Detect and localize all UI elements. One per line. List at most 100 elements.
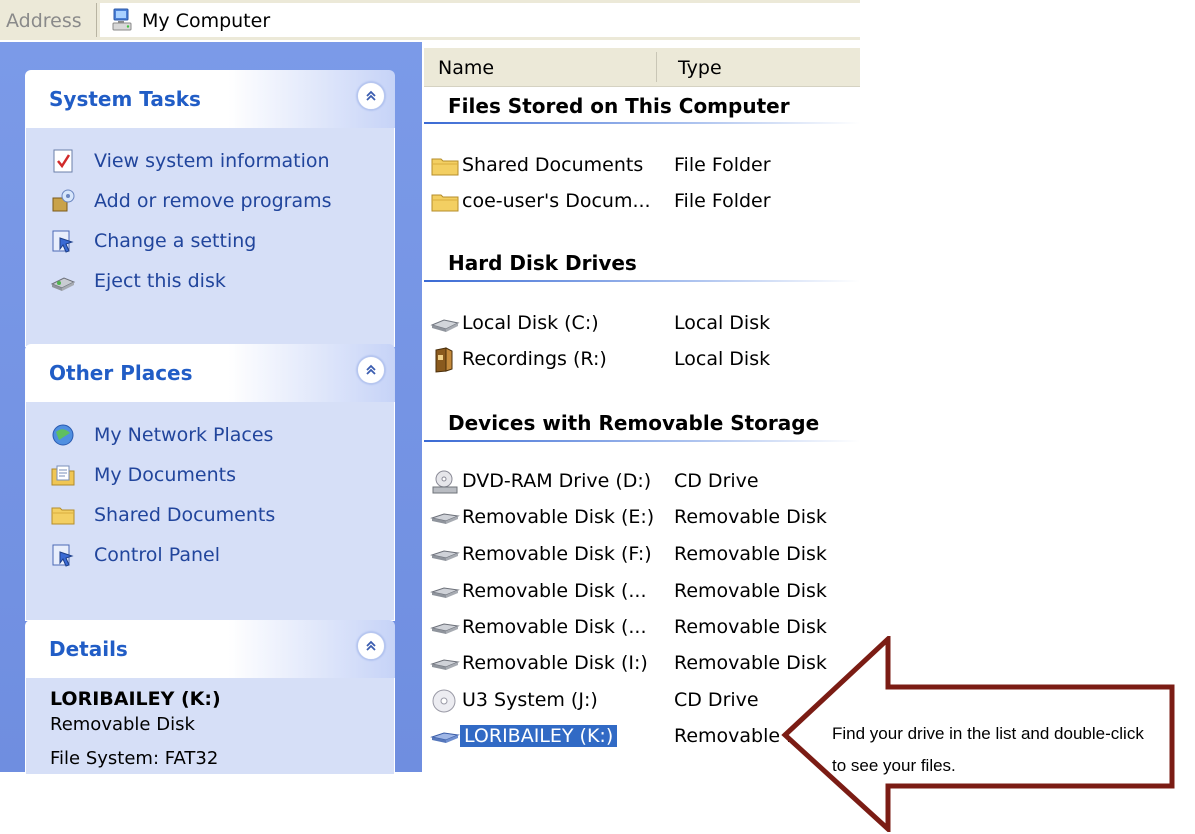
dvd-drive-icon [432, 470, 458, 494]
details-drive-name: LORIBAILEY (K:) [50, 688, 221, 710]
details-file-system: File System: FAT32 [50, 748, 219, 769]
other-places-panel: Other Places My Network Places My Docume… [25, 344, 395, 621]
group-divider [424, 122, 860, 124]
system-tasks-header[interactable]: System Tasks [25, 70, 395, 128]
task-eject-this-disk[interactable]: Eject this disk [50, 264, 226, 298]
removable-disk-icon [430, 550, 460, 561]
system-tasks-title: System Tasks [49, 87, 201, 111]
task-view-system-information[interactable]: View system information [50, 144, 330, 178]
hard-disk-icon [430, 319, 460, 332]
item-type: Removable Disk [674, 616, 827, 638]
other-places-header[interactable]: Other Places [25, 344, 395, 402]
control-panel-icon [52, 544, 74, 567]
item-name: Removable Disk (E:) [462, 506, 655, 528]
removable-disk-icon [430, 587, 460, 598]
list-item-removable-disk-e[interactable]: Removable Disk (E:) Removable Disk [430, 502, 850, 534]
list-item-removable-disk-f[interactable]: Removable Disk (F:) Removable Disk [430, 539, 850, 571]
item-name: Recordings (R:) [462, 348, 607, 370]
list-item-user-documents[interactable]: coe-user's Docum... File Folder [430, 186, 850, 218]
item-name: Removable Disk (F:) [462, 543, 652, 565]
folder-icon [431, 194, 459, 212]
place-shared-documents[interactable]: Shared Documents [50, 498, 275, 532]
item-name: Removable Disk (... [462, 580, 647, 602]
place-my-documents[interactable]: My Documents [50, 458, 236, 492]
task-pane: System Tasks View system information Add… [0, 42, 422, 775]
address-value: My Computer [142, 10, 271, 32]
address-label: Address [6, 10, 82, 32]
add-remove-programs-icon [52, 189, 75, 212]
item-type: Removable Disk [674, 543, 827, 565]
other-places-title: Other Places [49, 361, 193, 385]
item-name: U3 System (J:) [462, 689, 598, 711]
list-item-shared-documents[interactable]: Shared Documents File Folder [430, 150, 850, 182]
item-name: coe-user's Docum... [462, 190, 651, 212]
task-label: Change a setting [94, 230, 257, 252]
item-name: Shared Documents [462, 154, 644, 176]
system-tasks-panel: System Tasks View system information Add… [25, 70, 395, 347]
folder-icon [431, 158, 459, 176]
network-places-icon [52, 424, 74, 446]
details-title: Details [49, 637, 128, 661]
collapse-chevron-icon[interactable] [357, 356, 385, 384]
place-control-panel[interactable]: Control Panel [50, 538, 220, 572]
collapse-chevron-icon[interactable] [357, 632, 385, 660]
task-label: View system information [94, 150, 330, 172]
group-title-removable-storage: Devices with Removable Storage [448, 411, 820, 435]
place-label: My Documents [94, 464, 237, 486]
address-bar: Address My Computer [0, 0, 860, 40]
task-label: Add or remove programs [94, 190, 332, 212]
system-tasks-body: View system information Add or remove pr… [25, 128, 395, 347]
eject-disk-icon [50, 277, 76, 291]
list-item-local-disk-c[interactable]: Local Disk (C:) Local Disk [430, 308, 850, 340]
removable-disk-icon [430, 732, 460, 743]
address-field[interactable]: My Computer [100, 3, 860, 37]
column-header-name[interactable]: Name [438, 57, 494, 79]
details-drive-type: Removable Disk [50, 714, 195, 735]
details-panel: Details LORIBAILEY (K:) Removable Disk F… [25, 620, 395, 775]
column-divider[interactable] [656, 52, 657, 82]
cd-icon [432, 689, 456, 713]
address-separator [96, 3, 97, 37]
collapse-chevron-icon[interactable] [357, 82, 385, 110]
list-item-recordings-r[interactable]: Recordings (R:) Local Disk [430, 344, 850, 376]
item-type: Local Disk [674, 312, 771, 334]
group-title-hard-disk-drives: Hard Disk Drives [448, 251, 637, 275]
my-documents-icon [51, 465, 75, 486]
group-title-files-stored: Files Stored on This Computer [448, 94, 790, 118]
place-label: Control Panel [94, 544, 220, 566]
column-header-type[interactable]: Type [678, 57, 722, 79]
task-label: Eject this disk [94, 270, 226, 292]
item-type: Removable Disk [674, 580, 827, 602]
control-panel-icon [52, 230, 74, 253]
list-item-removable-disk-g[interactable]: Removable Disk (... Removable Disk [430, 576, 850, 608]
task-change-a-setting[interactable]: Change a setting [50, 224, 256, 258]
list-item-dvd-ram-drive-d[interactable]: DVD-RAM Drive (D:) CD Drive [430, 466, 850, 498]
place-label: My Network Places [94, 424, 274, 446]
my-computer-icon [112, 8, 132, 31]
item-name: Removable Disk (... [462, 616, 647, 638]
item-name: DVD-RAM Drive (D:) [462, 470, 652, 492]
place-my-network-places[interactable]: My Network Places [50, 418, 273, 452]
column-header-bar: Name Type [424, 48, 860, 87]
callout-text: Find your drive in the list and double-c… [832, 724, 1144, 775]
removable-disk-icon [430, 659, 460, 670]
other-places-body: My Network Places My Documents Shared Do… [25, 402, 395, 621]
place-label: Shared Documents [94, 504, 276, 526]
task-add-remove-programs[interactable]: Add or remove programs [50, 184, 332, 218]
removable-disk-icon [430, 623, 460, 634]
details-body: LORIBAILEY (K:) Removable Disk File Syst… [25, 678, 395, 775]
item-type: Local Disk [674, 348, 771, 370]
item-type: CD Drive [674, 689, 759, 711]
item-name: Removable Disk (I:) [462, 652, 648, 674]
group-divider [424, 440, 860, 442]
item-name-selected: LORIBAILEY (K:) [460, 725, 618, 747]
removable-disk-icon [430, 513, 460, 524]
details-header[interactable]: Details [25, 620, 395, 678]
system-info-icon [53, 149, 73, 173]
group-divider [424, 280, 860, 282]
item-type: CD Drive [674, 470, 759, 492]
item-type: Removable Disk [674, 506, 827, 528]
item-type: File Folder [674, 154, 771, 176]
item-name: Local Disk (C:) [462, 312, 599, 334]
item-type: File Folder [674, 190, 771, 212]
